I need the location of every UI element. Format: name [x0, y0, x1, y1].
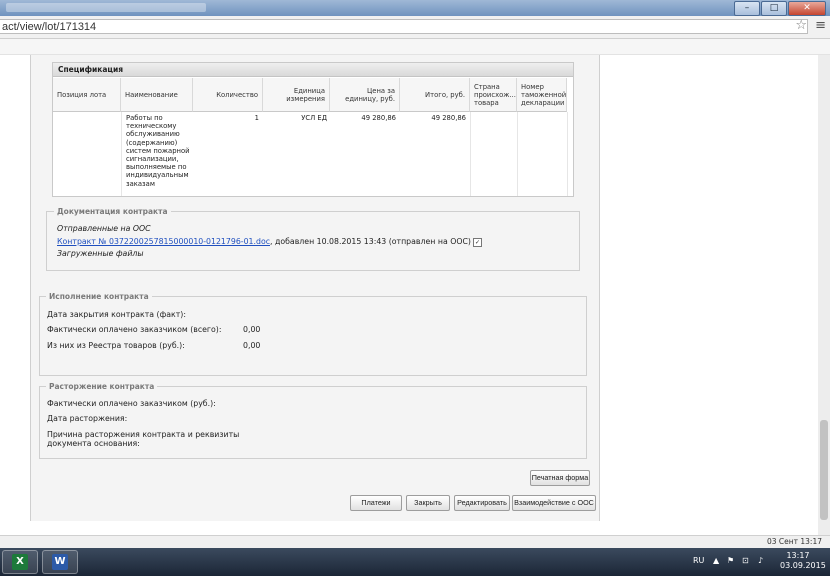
sent-checkbox: ✓	[472, 237, 482, 247]
sent-files-label: Отправленные на ООС	[57, 224, 151, 233]
contract-file-info: , добавлен 10.08.2015 13:43 (отправлен н…	[270, 237, 471, 246]
specification-title: Спецификация	[53, 63, 573, 77]
col-header-country: Страна происхож... товара	[470, 78, 517, 112]
word-icon: W	[52, 554, 68, 570]
column-separator	[567, 112, 568, 196]
paid-total-value: 0,00	[243, 325, 261, 334]
paid-total-label: Фактически оплачено заказчиком (всего):	[47, 325, 222, 334]
col-header-position: Позиция лота	[53, 78, 121, 112]
word-taskbar-button[interactable]: W	[42, 550, 78, 574]
print-form-button[interactable]: Печатная форма	[530, 470, 590, 486]
language-indicator[interactable]: RU	[693, 556, 704, 565]
execution-fieldset: Исполнение контракта Дата закрытия контр…	[39, 292, 587, 376]
uploaded-files-label: Загруженные файлы	[57, 249, 144, 258]
oos-interaction-button[interactable]: Взаимодействие с ООС	[512, 495, 596, 511]
page-scrollbar[interactable]	[818, 55, 830, 535]
window-title	[6, 3, 206, 12]
registry-value: 0,00	[243, 341, 261, 350]
col-header-total: Итого, руб.	[400, 78, 470, 112]
termination-fieldset: Расторжение контракта Фактически оплачен…	[39, 382, 587, 459]
close-window-button[interactable]: ✕	[788, 1, 826, 16]
cell-quantity: 1	[254, 114, 259, 122]
excel-taskbar-button[interactable]: X	[2, 550, 38, 574]
execution-legend: Исполнение контракта	[46, 292, 152, 301]
registry-label: Из них из Реестра товаров (руб.):	[47, 341, 185, 350]
clock-date: 03.09.2015	[780, 561, 826, 570]
contract-docs-legend: Документация контракта	[54, 207, 171, 216]
status-bar: 03 Сент 13:17	[0, 535, 830, 549]
volume-icon[interactable]: ♪	[758, 556, 763, 565]
col-header-unit: Единица измерения	[263, 78, 330, 112]
bookmarks-bar	[0, 39, 830, 55]
flag-icon[interactable]: ⚑	[727, 556, 734, 565]
close-date-label: Дата закрытия контракта (факт):	[47, 310, 186, 319]
contract-docs-fieldset: Документация контракта Отправленные на О…	[46, 207, 580, 271]
contract-file-row: Контракт № 0372200257815000010-0121796-0…	[57, 237, 482, 247]
termination-paid-label: Фактически оплачено заказчиком (руб.):	[47, 399, 216, 408]
cell-name: Работы по техническому обслуживанию (сод…	[126, 114, 190, 188]
col-header-declaration: Номер таможенной декларации	[517, 78, 567, 112]
page-viewport: Спецификация Позиция лота Наименование К…	[0, 55, 818, 535]
show-hidden-icons-icon[interactable]: ▲	[713, 556, 719, 565]
browser-toolbar: act/view/lot/171314	[0, 16, 830, 39]
address-bar[interactable]: act/view/lot/171314	[0, 19, 808, 34]
window-titlebar: – □ ✕	[0, 0, 830, 16]
cell-unit: УСЛ ЕД	[301, 114, 327, 122]
termination-reason-label-2: документа основания:	[47, 439, 140, 448]
network-icon[interactable]: ⊡	[742, 556, 749, 565]
col-header-name: Наименование	[121, 78, 193, 112]
scrollbar-thumb[interactable]	[820, 420, 828, 520]
termination-reason-label-1: Причина расторжения контракта и реквизит…	[47, 430, 240, 439]
column-separator	[470, 112, 471, 196]
bookmark-star-icon[interactable]: ☆	[795, 19, 807, 32]
cell-total: 49 280,86	[431, 114, 466, 122]
clock[interactable]: 13:17 03.09.2015	[780, 551, 826, 571]
browser-menu-icon[interactable]: ≡	[815, 19, 826, 32]
clock-time: 13:17	[786, 551, 810, 560]
cell-price: 49 280,86	[361, 114, 396, 122]
termination-legend: Расторжение контракта	[46, 382, 158, 391]
column-separator	[121, 112, 122, 196]
col-header-quantity: Количество	[193, 78, 263, 112]
close-button[interactable]: Закрыть	[406, 495, 450, 511]
col-header-price: Цена за единицу, руб.	[330, 78, 400, 112]
excel-icon: X	[12, 554, 28, 570]
payments-button[interactable]: Платежи	[350, 495, 402, 511]
taskbar: X W RU ▲ ⚑ ⊡ ♪ 13:17 03.09.2015	[0, 548, 830, 576]
window-controls: – □ ✕	[734, 1, 826, 16]
contract-file-link[interactable]: Контракт № 0372200257815000010-0121796-0…	[57, 237, 270, 246]
termination-date-label: Дата расторжения:	[47, 414, 128, 423]
specification-table: Спецификация Позиция лота Наименование К…	[52, 62, 574, 197]
edit-button[interactable]: Редактировать	[454, 495, 510, 511]
minimize-button[interactable]: –	[734, 1, 760, 16]
status-date: 03 Сент 13:17	[766, 537, 822, 546]
column-separator	[517, 112, 518, 196]
maximize-button[interactable]: □	[761, 1, 787, 16]
